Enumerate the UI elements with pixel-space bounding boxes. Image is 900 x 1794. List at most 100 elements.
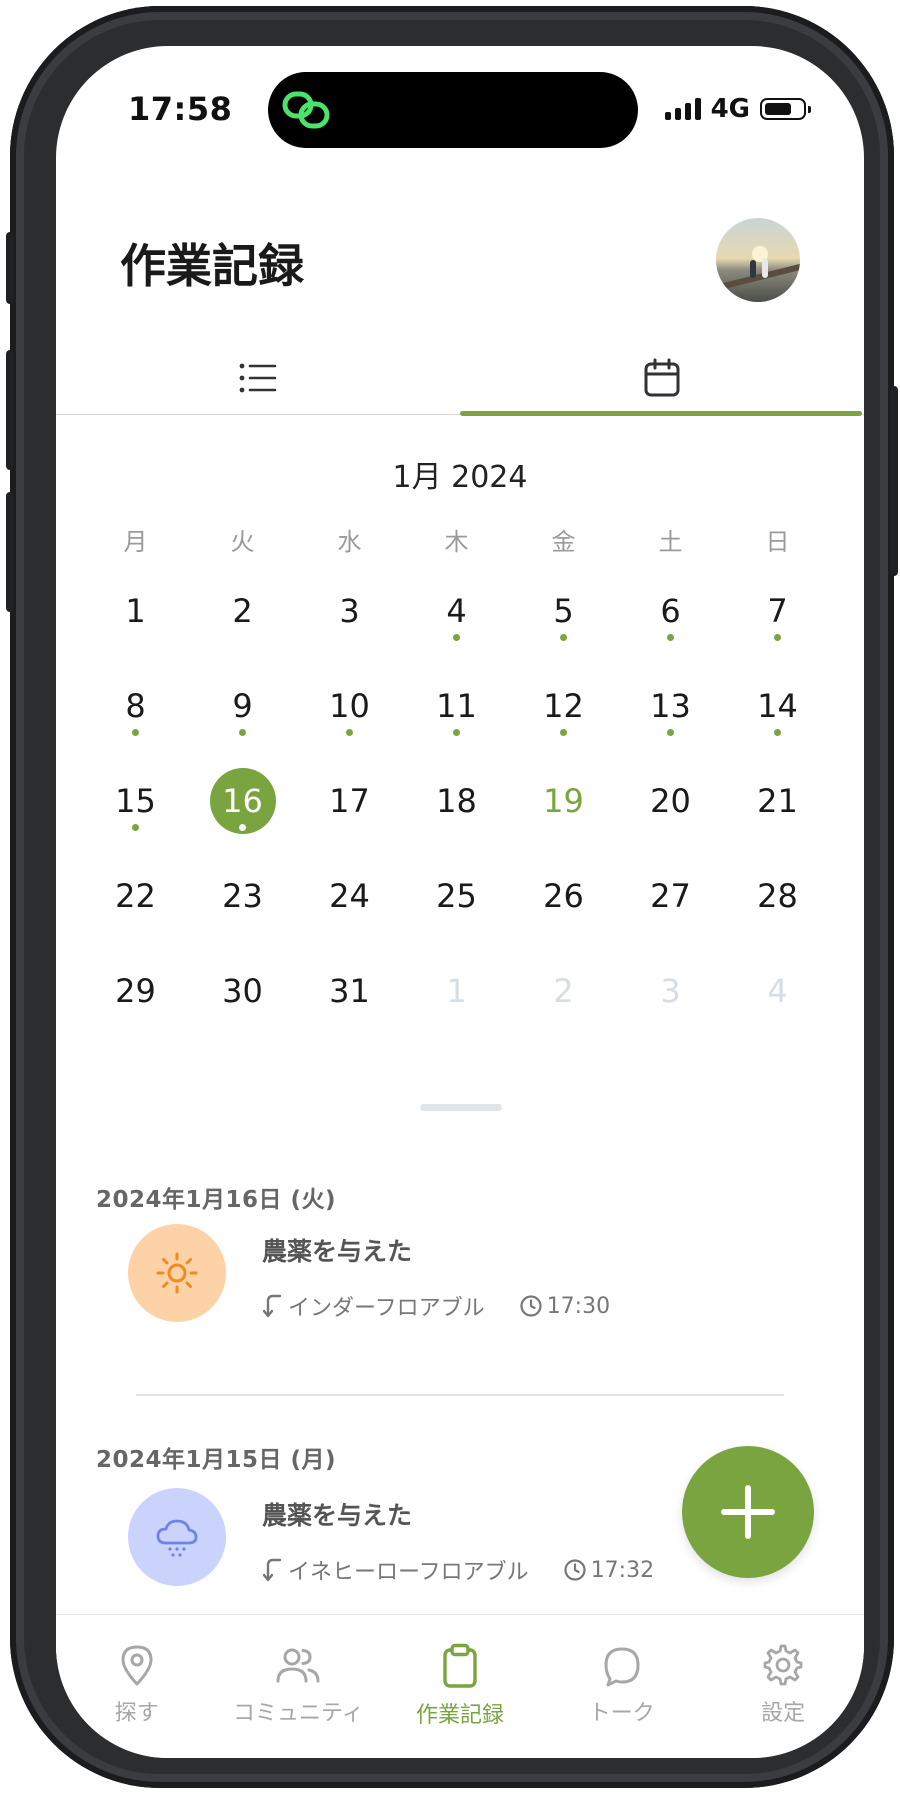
list-icon xyxy=(239,363,277,393)
record-indicator-dot xyxy=(774,634,781,641)
sun-icon xyxy=(156,1252,198,1294)
calendar-day[interactable]: 2 xyxy=(189,556,296,651)
clipboard-icon xyxy=(443,1643,477,1688)
calendar-day[interactable]: 13 xyxy=(617,651,724,746)
calendar-day-number: 3 xyxy=(660,972,681,1010)
weekday-label: 火 xyxy=(230,528,255,556)
record-item[interactable]: 農薬を与えた イネヒーローフロアブル 17:32 xyxy=(128,1488,768,1598)
record-time: 17:32 xyxy=(590,1557,655,1583)
calendar-day[interactable]: 4 xyxy=(724,936,831,1031)
nav-label: 探す xyxy=(114,1701,159,1726)
calendar-day[interactable]: 25 xyxy=(403,841,510,936)
calendar-day[interactable]: 22 xyxy=(82,841,189,936)
chat-bubble-icon xyxy=(604,1647,640,1687)
calendar-day-number: 22 xyxy=(115,877,156,915)
nav-item-work-records[interactable]: 作業記録 xyxy=(379,1615,541,1758)
avatar[interactable] xyxy=(716,218,800,302)
power-button xyxy=(890,386,898,576)
map-pin-icon xyxy=(121,1645,153,1686)
record-item[interactable]: 農薬を与えた インダーフロアブル 17:30 xyxy=(128,1224,768,1334)
battery-icon xyxy=(760,98,811,120)
calendar-day[interactable]: 4 xyxy=(403,556,510,651)
weekday-label: 月 xyxy=(123,528,148,556)
calendar-day[interactable]: 3 xyxy=(296,556,403,651)
record-date-heading: 2024年1月15日 (月) xyxy=(96,1447,337,1473)
calendar-day[interactable]: 8 xyxy=(82,651,189,746)
calendar-day-number: 27 xyxy=(650,877,691,915)
calendar-day[interactable]: 2 xyxy=(510,936,617,1031)
calendar-week-row: 1 2 3 4567 xyxy=(82,556,832,651)
screen: 17:58 4G 作業記録 1月 2024 月 火 水 木 金 土 日 1 2 … xyxy=(56,46,864,1758)
weekday-label: 日 xyxy=(765,528,790,556)
calendar-day[interactable]: 17 xyxy=(296,746,403,841)
bottom-nav: 探す コミュニティ 作業記録 トーク 設定 xyxy=(56,1614,864,1758)
nav-item-search[interactable]: 探す xyxy=(56,1615,218,1758)
record-meta: インダーフロアブル 17:30 xyxy=(262,1290,610,1322)
nav-item-settings[interactable]: 設定 xyxy=(702,1615,864,1758)
record-weather-badge xyxy=(128,1488,226,1586)
calendar-day-number: 30 xyxy=(222,972,263,1010)
calendar-day[interactable]: 11 xyxy=(403,651,510,746)
weekday-label: 木 xyxy=(444,528,469,556)
users-icon xyxy=(276,1648,320,1683)
record-title: 農薬を与えた xyxy=(262,1237,413,1266)
volume-up-button xyxy=(6,350,14,470)
calendar-day-number: 20 xyxy=(650,782,691,820)
record-product: インダーフロアブル xyxy=(288,1296,485,1321)
calendar-day[interactable]: 6 xyxy=(617,556,724,651)
nav-item-community[interactable]: コミュニティ xyxy=(218,1615,380,1758)
view-tabs xyxy=(56,342,864,416)
calendar-day[interactable]: 28 xyxy=(724,841,831,936)
weekday-label: 水 xyxy=(337,528,362,556)
calendar-month-label: 1月 2024 xyxy=(392,460,528,495)
sheet-drag-handle[interactable] xyxy=(420,1104,502,1111)
calendar-day[interactable]: 20 xyxy=(617,746,724,841)
nav-item-talk[interactable]: トーク xyxy=(541,1615,703,1758)
snow-cloud-icon xyxy=(156,1519,198,1557)
weekday-label: 金 xyxy=(551,528,576,556)
calendar-day[interactable]: 3 xyxy=(617,936,724,1031)
calendar-day-number: 31 xyxy=(329,972,370,1010)
calendar-day[interactable]: 7 xyxy=(724,556,831,651)
tab-list[interactable] xyxy=(56,342,460,414)
calendar-day[interactable]: 19 xyxy=(510,746,617,841)
nav-label: 設定 xyxy=(761,1701,806,1726)
record-indicator-dot xyxy=(346,729,353,736)
calendar-day[interactable]: 18 xyxy=(403,746,510,841)
calendar-day[interactable]: 1 xyxy=(403,936,510,1031)
calendar-day[interactable]: 12 xyxy=(510,651,617,746)
calendar-day[interactable]: 5 xyxy=(510,556,617,651)
calendar-day[interactable]: 24 xyxy=(296,841,403,936)
add-record-button[interactable] xyxy=(682,1446,814,1578)
mute-switch xyxy=(6,232,14,304)
calendar-day[interactable]: 15 xyxy=(82,746,189,841)
calendar-day[interactable]: 29 xyxy=(82,936,189,1031)
tab-calendar[interactable] xyxy=(460,342,864,414)
active-tab-indicator xyxy=(460,411,862,416)
page-title: 作業記録 xyxy=(120,239,304,293)
calendar-week-row: 29 30 31 1 2 3 4 xyxy=(82,936,832,1031)
record-divider xyxy=(136,1394,784,1396)
calendar-day[interactable]: 21 xyxy=(724,746,831,841)
calendar-day[interactable]: 14 xyxy=(724,651,831,746)
calendar-day-number: 4 xyxy=(767,972,788,1010)
dynamic-island xyxy=(268,72,638,148)
calendar-day[interactable]: 23 xyxy=(189,841,296,936)
calendar-day-number: 29 xyxy=(115,972,156,1010)
calendar-day[interactable]: 26 xyxy=(510,841,617,936)
calendar-day-selected[interactable]: 16 xyxy=(189,746,296,841)
calendar-day[interactable]: 10 xyxy=(296,651,403,746)
calendar-day[interactable]: 1 xyxy=(82,556,189,651)
calendar-week-row: 22 23 24 25 26 27 28 xyxy=(82,841,832,936)
record-meta: イネヒーローフロアブル 17:32 xyxy=(262,1554,654,1586)
weekday-header: 月火水木金土日 xyxy=(82,522,832,557)
calendar-day-number: 28 xyxy=(757,877,798,915)
record-indicator-dot xyxy=(667,729,674,736)
calendar-day-number: 24 xyxy=(329,877,370,915)
calendar-day[interactable]: 27 xyxy=(617,841,724,936)
calendar-day[interactable]: 31 xyxy=(296,936,403,1031)
calendar-grid: 1 2 3 4 5 6 7 8 9 10 11 12 13 14 15 16 17 18 19 20 21 22 23 24 2… xyxy=(82,556,832,1031)
record-indicator-dot xyxy=(667,634,674,641)
calendar-day[interactable]: 30 xyxy=(189,936,296,1031)
calendar-day[interactable]: 9 xyxy=(189,651,296,746)
